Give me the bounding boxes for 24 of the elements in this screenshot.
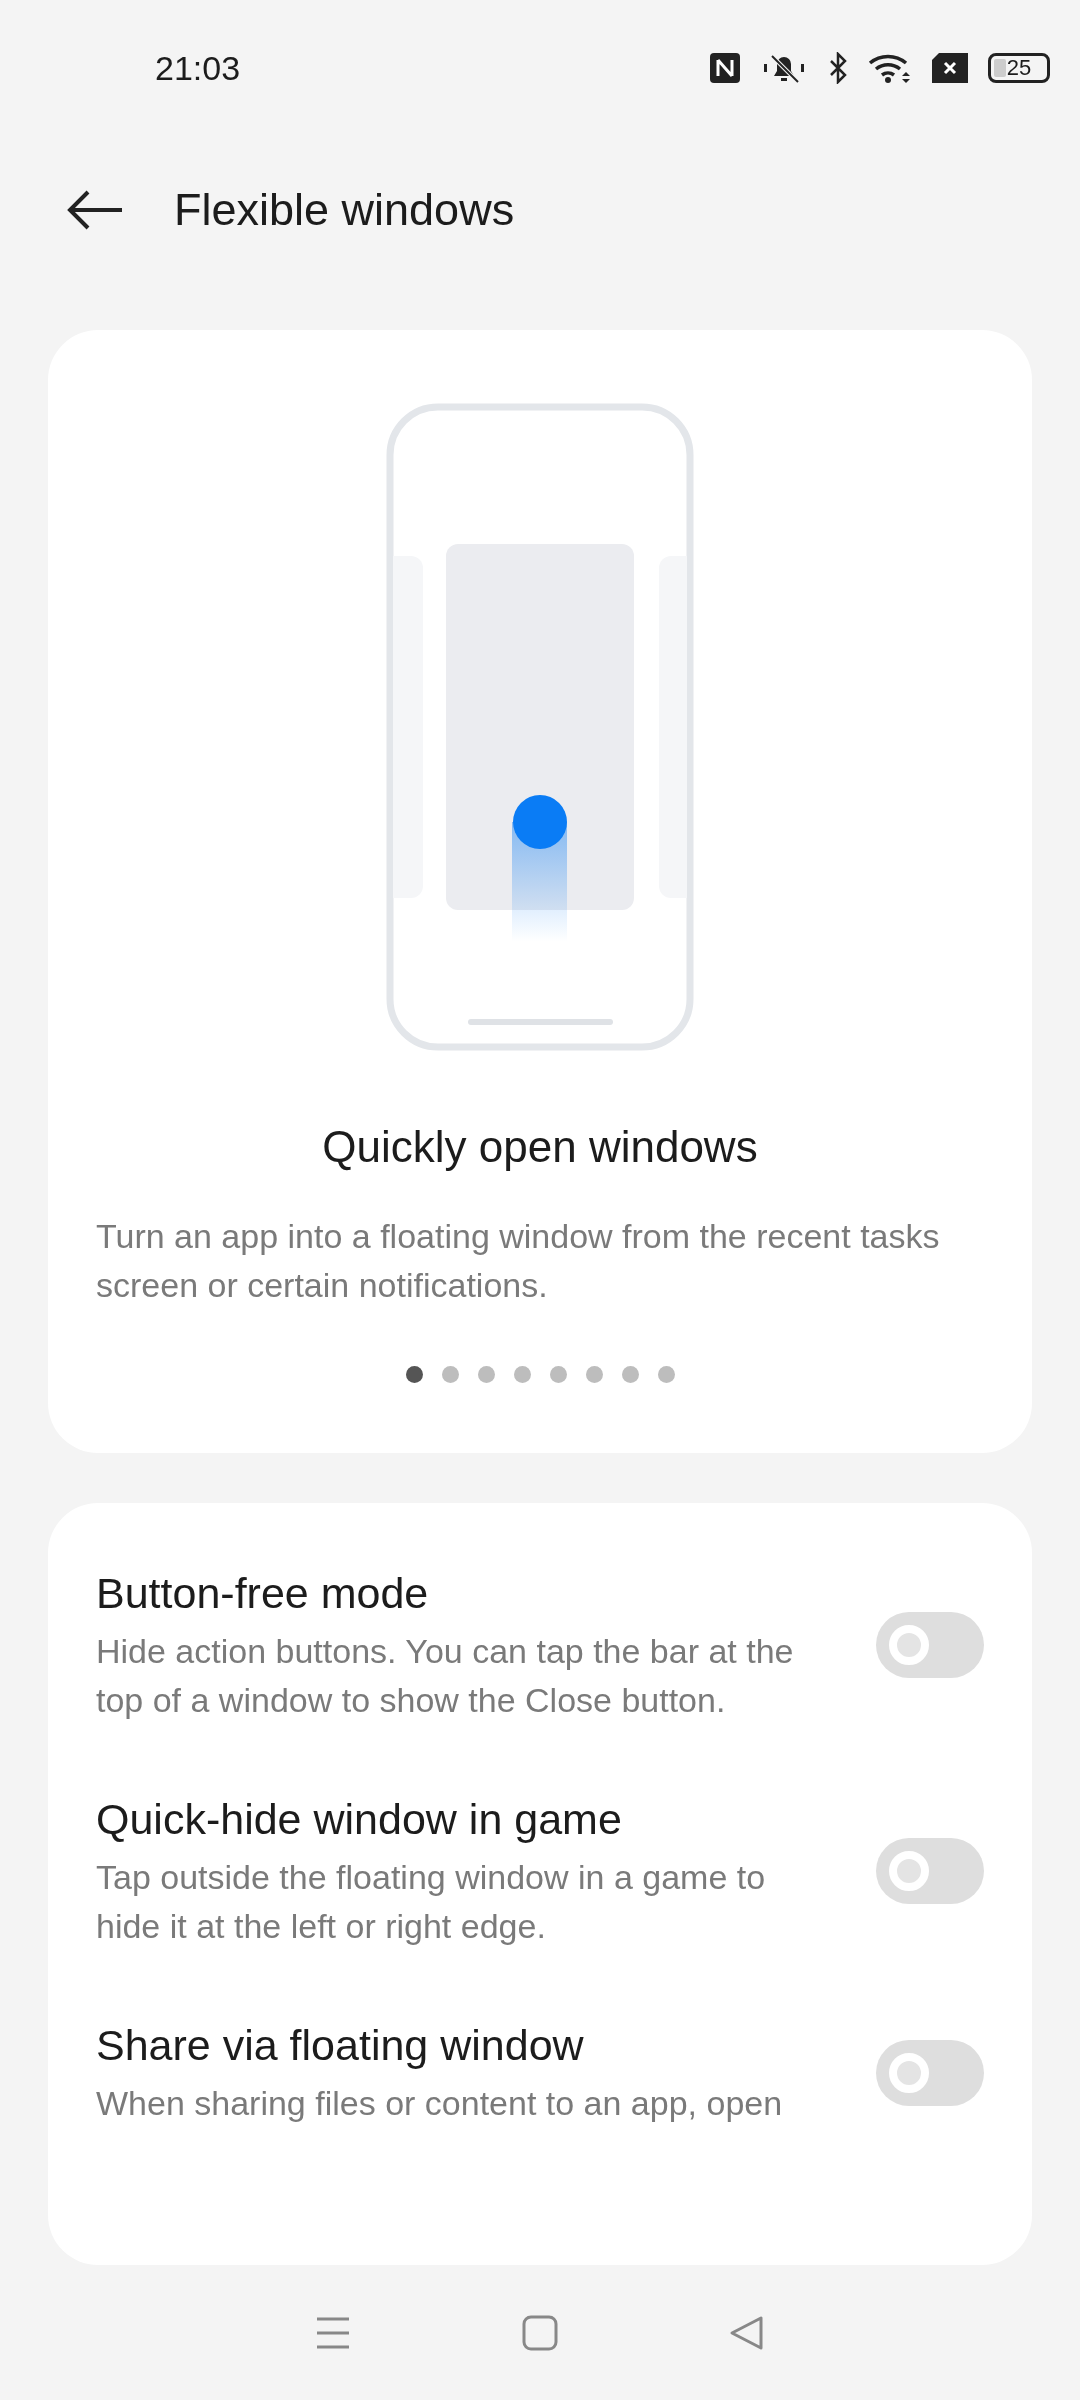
page-indicator-dot[interactable] <box>405 1366 423 1383</box>
page-indicator-dot[interactable] <box>549 1366 567 1383</box>
setting-description: Tap outside the floating window in a game to hide it at the left or right edge. <box>96 1857 767 1947</box>
page-indicator-dot[interactable] <box>477 1366 495 1383</box>
setting-title: Share via floating window <box>96 2020 585 2071</box>
setting-description: Hide action buttons. You can tap the bar at the top of a window to show the Close button. <box>96 1631 795 1721</box>
page-indicator-dot[interactable] <box>657 1366 675 1383</box>
back-icon[interactable] <box>66 190 124 230</box>
clock: 21:03 <box>155 48 242 88</box>
setting-title: Quick-hide window in game <box>96 1794 623 1845</box>
page-indicator-dot[interactable] <box>513 1366 531 1383</box>
page-title: Flexible windows <box>174 184 515 236</box>
setting-description: When sharing files or content to an app, open <box>96 2083 784 2124</box>
bluetooth-icon <box>828 52 848 84</box>
sim-card-icon <box>932 53 968 83</box>
nfc-icon <box>710 53 740 83</box>
wifi-icon <box>868 52 912 84</box>
feature-description: Turn an app into a floating window from the recent tasks screen or certain notifications. <box>96 1216 941 1306</box>
page-indicator-dot[interactable] <box>441 1366 459 1383</box>
feature-title: Quickly open windows <box>322 1122 758 1172</box>
battery-icon: 25 <box>988 53 1050 83</box>
setting-title: Button-free mode <box>96 1568 430 1619</box>
page-indicator-dot[interactable] <box>585 1366 603 1383</box>
page-indicator-dot[interactable] <box>621 1366 639 1383</box>
